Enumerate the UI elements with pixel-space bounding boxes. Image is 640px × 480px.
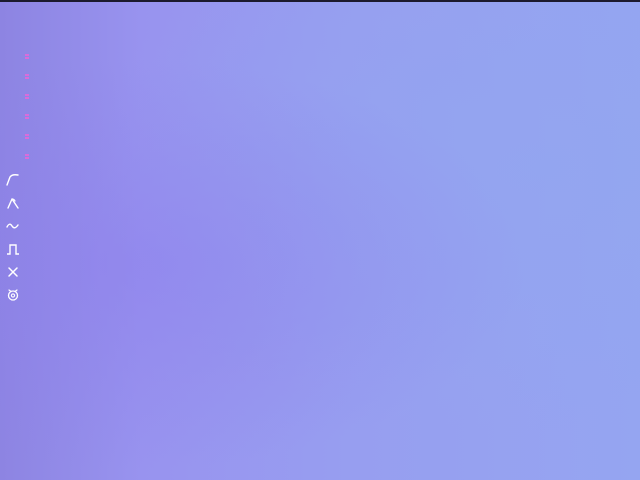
ramp-curve-button[interactable] bbox=[5, 173, 21, 193]
marker-4 bbox=[24, 112, 30, 132]
square-pulse-icon bbox=[7, 244, 19, 255]
top-edge-bar bbox=[0, 0, 640, 2]
settings-button[interactable] bbox=[5, 288, 21, 308]
tool-palette bbox=[5, 170, 23, 308]
marker-3 bbox=[24, 92, 30, 112]
ramp-curve-icon bbox=[6, 174, 19, 186]
marker-column bbox=[24, 52, 32, 172]
marker-5 bbox=[24, 132, 30, 152]
peak-curve-button[interactable] bbox=[5, 196, 21, 216]
square-pulse-button[interactable] bbox=[5, 242, 21, 262]
peak-curve-icon bbox=[7, 198, 19, 209]
marker-2 bbox=[24, 72, 30, 92]
settings-icon bbox=[7, 289, 19, 301]
marker-1 bbox=[24, 52, 30, 72]
desktop-background bbox=[0, 0, 640, 480]
sine-wave-button[interactable] bbox=[5, 219, 21, 239]
sine-wave-icon bbox=[6, 223, 19, 229]
marker-6 bbox=[24, 152, 30, 172]
close-icon bbox=[8, 267, 18, 277]
close-button[interactable] bbox=[5, 265, 21, 285]
